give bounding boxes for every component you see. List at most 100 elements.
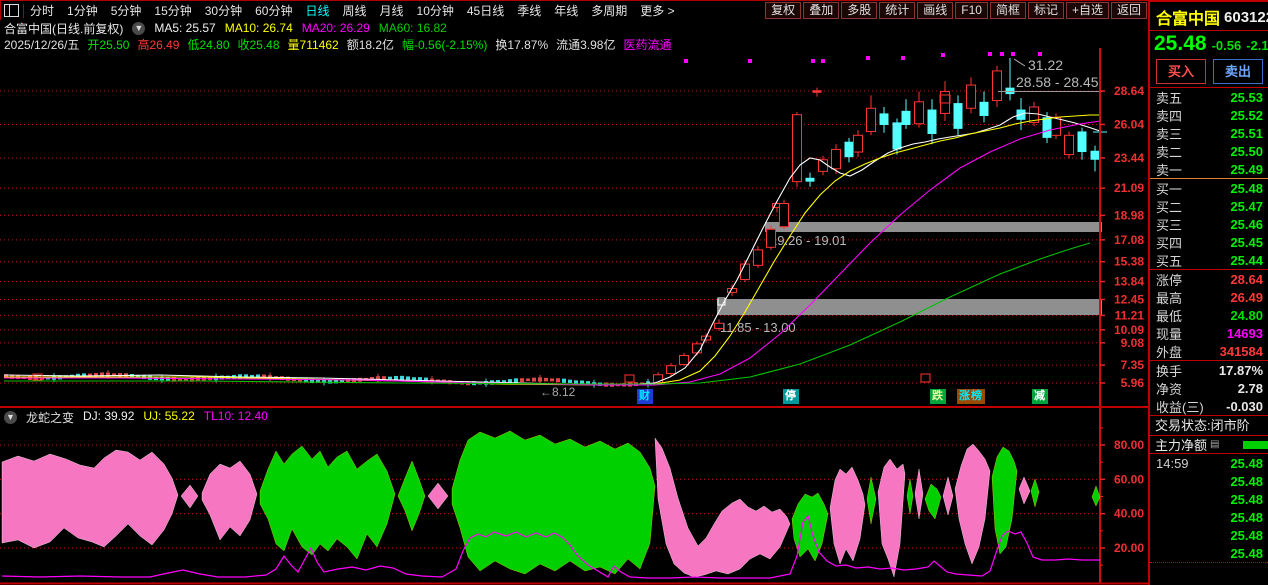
info-token: 额18.2亿 bbox=[346, 37, 395, 52]
trading-terminal-window: 19.26 - 19.01 11.85 - 13.00 31.22 28.58 - 2… bbox=[0, 0, 1268, 585]
ask-row[interactable]: 卖二 25.50 bbox=[1150, 142, 1268, 160]
tool-button-标记[interactable]: 标记 bbox=[1027, 2, 1064, 19]
trade-status: 交易状态:闭市阶 bbox=[1155, 418, 1250, 433]
price-block: 25.48 -0.56 -2.15% bbox=[1150, 31, 1268, 58]
event-tag-跌[interactable]: 跌 bbox=[930, 389, 946, 404]
stat-row: 换手 17.87% bbox=[1150, 361, 1268, 379]
period-tab-15分钟[interactable]: 15分钟 bbox=[154, 2, 191, 19]
ma-lines bbox=[3, 112, 1101, 386]
level-price: 25.46 bbox=[1230, 216, 1263, 232]
ask-ladder: 卖五 25.53 卖四 25.52 卖三 25.51 卖二 25.50 卖一 25.49 bbox=[1150, 88, 1268, 178]
level-label: 买二 bbox=[1156, 199, 1183, 215]
info-token: MA60: 16.82 bbox=[378, 21, 447, 35]
svg-text:12.45: 12.45 bbox=[1114, 292, 1144, 306]
stat-value: 24.80 bbox=[1230, 307, 1263, 323]
info-token: 2025/12/26/五 bbox=[4, 37, 80, 52]
chart-title: 合富中国(日线.前复权) bbox=[4, 21, 124, 36]
period-tab-1分钟[interactable]: 1分钟 bbox=[67, 2, 98, 19]
main-flow-bar bbox=[1243, 441, 1268, 449]
period-tab-日线[interactable]: 日线 bbox=[305, 2, 329, 19]
svg-text:26.04: 26.04 bbox=[1114, 117, 1144, 131]
price-change: -0.56 bbox=[1211, 38, 1242, 53]
chart-canvas[interactable]: 19.26 - 19.01 11.85 - 13.00 31.22 28.58 - 2… bbox=[0, 0, 1150, 585]
tools-menu: 复权 叠加 多股 统计 画线 F10 简框 标记 +自选 返回 bbox=[765, 2, 1147, 19]
stat-value: 17.87% bbox=[1218, 362, 1263, 378]
info-token: 换17.87% bbox=[495, 37, 549, 52]
tick-row: 25.48 bbox=[1150, 472, 1268, 490]
bid-row[interactable]: 买一 25.48 bbox=[1150, 179, 1268, 197]
level-price: 25.45 bbox=[1230, 234, 1263, 250]
period-tab-分时[interactable]: 分时 bbox=[30, 2, 54, 19]
ma-line-MA5 bbox=[3, 112, 1101, 386]
period-tab-60分钟[interactable]: 60分钟 bbox=[255, 2, 292, 19]
tick-time: 14:59 bbox=[1156, 455, 1189, 471]
tick-price: 25.48 bbox=[1230, 545, 1263, 561]
candles bbox=[653, 58, 1100, 386]
period-tab-年线[interactable]: 年线 bbox=[554, 2, 578, 19]
period-tab-季线[interactable]: 季线 bbox=[517, 2, 541, 19]
period-tab-多周期[interactable]: 多周期 bbox=[591, 2, 627, 19]
stat-label: 收益(三) bbox=[1156, 399, 1204, 415]
event-tag-停[interactable]: 停 bbox=[783, 389, 799, 404]
tick-row: 25.48 bbox=[1150, 490, 1268, 508]
level-label: 买五 bbox=[1156, 253, 1183, 269]
level-label: 买三 bbox=[1156, 217, 1183, 233]
period-tab-周线[interactable]: 周线 bbox=[342, 2, 366, 19]
stat-label: 净资 bbox=[1156, 381, 1183, 397]
tick-row: 25.48 bbox=[1150, 508, 1268, 526]
stat-label: 外盘 bbox=[1156, 344, 1183, 360]
price-change-pct: -2.15% bbox=[1246, 38, 1268, 53]
ask-row[interactable]: 卖五 25.53 bbox=[1150, 88, 1268, 106]
svg-text:20.00: 20.00 bbox=[1114, 541, 1144, 555]
period-tab-10分钟[interactable]: 10分钟 bbox=[417, 2, 454, 19]
suspend-dots bbox=[684, 52, 1042, 63]
chevron-down-icon[interactable]: ▼ bbox=[132, 21, 146, 35]
bid-row[interactable]: 买四 25.45 bbox=[1150, 233, 1268, 251]
top-toolbar: 分时 1分钟 5分钟 15分钟 30分钟 60分钟 日线 周线 月线 10分钟 45日线 季线 年线 多周… bbox=[0, 0, 1149, 20]
info-token: 医药流通 bbox=[623, 37, 672, 52]
stock-code: 603122 bbox=[1224, 8, 1268, 26]
period-tab-45日线[interactable]: 45日线 bbox=[467, 2, 504, 19]
tool-button-统计[interactable]: 统计 bbox=[879, 2, 916, 19]
ask-row[interactable]: 卖三 25.51 bbox=[1150, 124, 1268, 142]
list-icon[interactable]: ▤ bbox=[1210, 439, 1219, 450]
trade-buttons: 买入 卖出 bbox=[1150, 58, 1268, 87]
tick-price: 25.48 bbox=[1230, 527, 1263, 543]
event-tag-减[interactable]: 减 bbox=[1032, 389, 1048, 404]
tool-button-画线[interactable]: 画线 bbox=[917, 2, 954, 19]
period-tab-30分钟[interactable]: 30分钟 bbox=[205, 2, 242, 19]
event-tag-涨榜[interactable]: 涨榜 bbox=[957, 389, 985, 404]
bid-row[interactable]: 买三 25.46 bbox=[1150, 215, 1268, 233]
sell-button[interactable]: 卖出 bbox=[1213, 59, 1263, 84]
tool-button-简框[interactable]: 简框 bbox=[989, 2, 1026, 19]
tool-button-F10[interactable]: F10 bbox=[955, 2, 988, 19]
period-tab-5分钟[interactable]: 5分钟 bbox=[111, 2, 142, 19]
ask-row[interactable]: 卖四 25.52 bbox=[1150, 106, 1268, 124]
stat-value: 341584 bbox=[1219, 343, 1263, 359]
stat-label: 最高 bbox=[1156, 290, 1183, 306]
event-tag-财[interactable]: 财 bbox=[637, 389, 653, 404]
tick-row: 14:59 25.48 bbox=[1150, 454, 1268, 472]
period-tab-更多 >[interactable]: 更多 > bbox=[640, 2, 674, 19]
bid-row[interactable]: 买五 25.44 bbox=[1150, 251, 1268, 269]
tool-button-复权[interactable]: 复权 bbox=[765, 2, 802, 19]
tick-row: 25.48 bbox=[1150, 544, 1268, 562]
chevron-down-icon[interactable]: ▼ bbox=[4, 410, 17, 424]
tool-button-叠加[interactable]: 叠加 bbox=[803, 2, 840, 19]
ma-line-MA20 bbox=[4, 120, 1101, 386]
tool-button-+自选[interactable]: +自选 bbox=[1065, 2, 1109, 19]
ask-row[interactable]: 卖一 25.49 bbox=[1150, 160, 1268, 178]
stats-block-1: 涨停 28.64 最高 26.49 最低 24.80 现量 14693 外盘 341584 bbox=[1150, 270, 1268, 360]
stat-value: 14693 bbox=[1226, 325, 1263, 341]
level-label: 卖五 bbox=[1156, 90, 1183, 106]
split-view-icon[interactable] bbox=[4, 4, 19, 17]
buy-button[interactable]: 买入 bbox=[1156, 59, 1206, 84]
bid-row[interactable]: 买二 25.47 bbox=[1150, 197, 1268, 215]
tool-button-返回[interactable]: 返回 bbox=[1110, 2, 1147, 19]
period-tab-月线[interactable]: 月线 bbox=[380, 2, 404, 19]
level-price: 25.44 bbox=[1230, 252, 1263, 268]
stat-row: 净资 2.78 bbox=[1150, 379, 1268, 397]
tool-button-多股[interactable]: 多股 bbox=[841, 2, 878, 19]
tick-list[interactable]: 14:59 25.48 25.48 25.48 25.48 25.48 25.48 bbox=[1150, 454, 1268, 563]
signal-box bbox=[920, 373, 931, 383]
